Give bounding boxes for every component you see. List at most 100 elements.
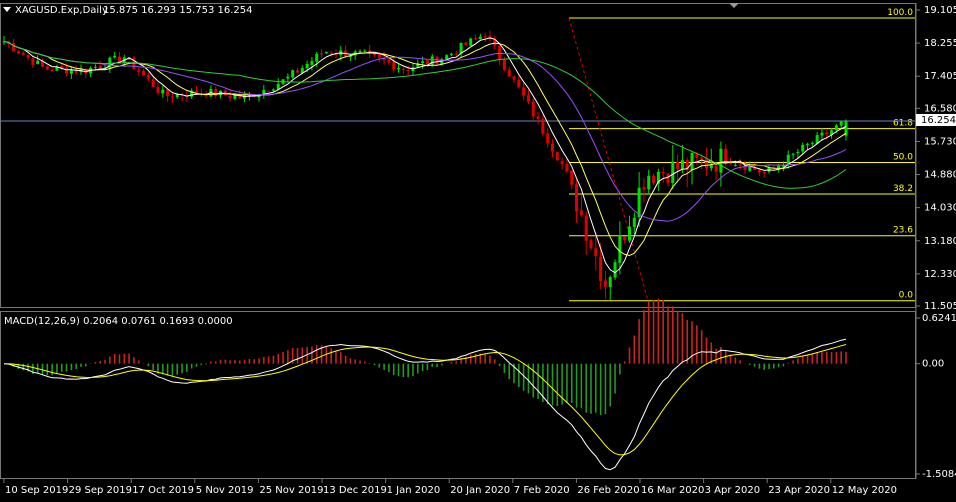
macd-panel-frame bbox=[0, 311, 916, 479]
candle-body bbox=[502, 59, 506, 70]
symbol-label: XAGUSD.Exp,Daily bbox=[15, 5, 108, 16]
fib-level-label: 0.0 bbox=[899, 291, 914, 301]
candle-body bbox=[507, 69, 511, 77]
candle-body bbox=[661, 171, 665, 173]
candle-body bbox=[469, 38, 473, 46]
candle-body bbox=[724, 148, 728, 163]
candle-body bbox=[541, 119, 545, 134]
candle-body bbox=[594, 248, 598, 257]
macd-axis: 0.6241 0.00 -1.5084 bbox=[916, 313, 956, 480]
candle-body bbox=[483, 36, 487, 38]
candle-body bbox=[671, 161, 675, 183]
candle-body bbox=[676, 161, 680, 169]
candle-body bbox=[315, 53, 319, 62]
time-tick-label: 25 Nov 2019 bbox=[259, 485, 323, 496]
time-axis: 10 Sep 2019 29 Sep 2019 17 Oct 2019 5 Nov 2… bbox=[3, 479, 897, 496]
candle-body bbox=[791, 153, 795, 155]
candle-body bbox=[286, 76, 290, 79]
macd-label: MACD(12,26,9) 0.2064 0.0761 0.1693 0.000… bbox=[4, 316, 233, 327]
candle-body bbox=[320, 53, 324, 55]
fib-level-label: 23.6 bbox=[893, 226, 913, 236]
time-tick-label: 7 Feb 2020 bbox=[514, 485, 570, 496]
candle-body bbox=[233, 95, 237, 99]
time-tick-label: 5 Nov 2019 bbox=[196, 485, 254, 496]
candle-body bbox=[700, 157, 704, 160]
candle-body bbox=[474, 38, 478, 40]
candle-body bbox=[517, 80, 521, 88]
candle-body bbox=[377, 54, 381, 58]
candle-body bbox=[324, 51, 328, 54]
candle-body bbox=[498, 46, 502, 60]
candle-body bbox=[358, 51, 362, 53]
candle-body bbox=[31, 58, 35, 65]
price-tick-label: 15.730 bbox=[924, 136, 956, 147]
time-tick-label: 17 Oct 2019 bbox=[132, 485, 194, 496]
candle-body bbox=[392, 62, 396, 70]
candle-body bbox=[796, 151, 800, 154]
candle-body bbox=[98, 65, 102, 69]
candle-body bbox=[36, 60, 40, 65]
candle-body bbox=[810, 142, 814, 144]
candle-body bbox=[267, 90, 271, 92]
fib-level-label: 61.8 bbox=[893, 119, 913, 129]
candle-body bbox=[26, 55, 30, 58]
candle-body bbox=[666, 173, 670, 183]
time-tick-label: 20 Jan 2020 bbox=[450, 485, 510, 496]
candle-body bbox=[45, 66, 49, 70]
candle-body bbox=[329, 52, 333, 54]
time-tick-label: 23 Apr 2020 bbox=[768, 485, 830, 496]
candle-body bbox=[719, 148, 723, 173]
candle-body bbox=[565, 164, 569, 172]
candle-body bbox=[704, 158, 708, 169]
dropdown-triangle-icon[interactable] bbox=[3, 7, 11, 12]
chart-canvas[interactable]: XAGUSD.Exp,Daily 15.875 16.293 15.753 16… bbox=[0, 0, 956, 498]
time-tick-label: 3 Apr 2020 bbox=[705, 485, 760, 496]
shift-marker-icon[interactable] bbox=[729, 3, 739, 8]
ohlc-label: 15.875 16.293 15.753 16.254 bbox=[103, 5, 253, 16]
price-tick-label: 14.880 bbox=[924, 170, 956, 181]
candle-body bbox=[570, 170, 574, 185]
candle-body bbox=[93, 66, 97, 68]
candle-body bbox=[421, 61, 425, 63]
candle-body bbox=[113, 55, 117, 58]
candle-body bbox=[142, 70, 146, 76]
candle-body bbox=[151, 79, 155, 88]
candle-body bbox=[608, 277, 612, 288]
macd-tick-label: 0.00 bbox=[922, 359, 944, 370]
price-tick-label: 18.255 bbox=[924, 38, 956, 49]
price-tick-label: 16.580 bbox=[924, 103, 956, 114]
candle-body bbox=[618, 235, 622, 263]
candle-body bbox=[291, 70, 295, 78]
candle-body bbox=[161, 89, 165, 94]
candle-body bbox=[117, 56, 121, 63]
price-tick-label: 14.030 bbox=[924, 203, 956, 214]
candle-body bbox=[137, 70, 141, 72]
candle-body bbox=[387, 59, 391, 63]
price-tick-label: 11.505 bbox=[924, 301, 956, 312]
candle-body bbox=[839, 121, 843, 126]
candle-body bbox=[12, 43, 16, 52]
candle-body bbox=[642, 187, 646, 190]
current-price-label: 16.254 bbox=[921, 115, 956, 126]
price-panel-frame bbox=[0, 3, 916, 308]
candle-body bbox=[531, 101, 535, 117]
candle-body bbox=[709, 164, 713, 169]
candle-body bbox=[748, 166, 752, 171]
time-tick-label: 26 Feb 2020 bbox=[577, 485, 639, 496]
candle-body bbox=[536, 116, 540, 120]
candle-body bbox=[406, 69, 410, 71]
candle-body bbox=[738, 164, 742, 166]
candle-body bbox=[69, 69, 73, 74]
candle-body bbox=[584, 215, 588, 241]
candle-body bbox=[652, 175, 656, 183]
fib-trendline[interactable] bbox=[568, 17, 649, 301]
candle-body bbox=[575, 184, 579, 212]
candle-body bbox=[834, 125, 838, 131]
candle-body bbox=[690, 153, 694, 170]
time-tick-label: 12 May 2020 bbox=[832, 485, 897, 496]
chart-window[interactable]: XAGUSD.Exp,Daily 15.875 16.293 15.753 16… bbox=[0, 0, 956, 498]
candle-body bbox=[166, 89, 170, 97]
candle-body bbox=[50, 69, 54, 72]
candle-body bbox=[363, 50, 367, 52]
candle-body bbox=[560, 161, 564, 164]
